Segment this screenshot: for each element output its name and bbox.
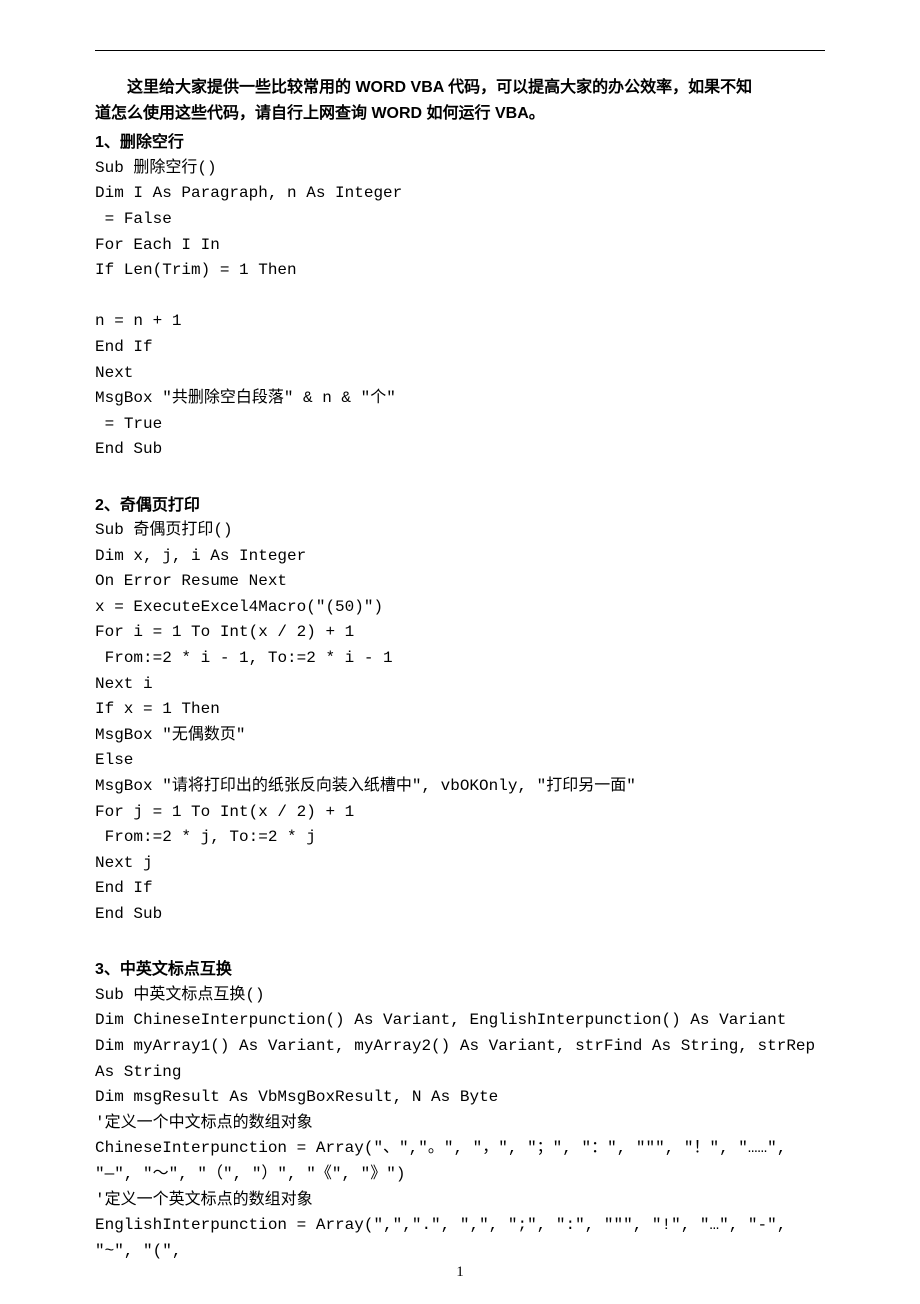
heading-3: 3、中英文标点互换 — [95, 957, 825, 983]
section-gap — [95, 928, 825, 954]
code-line: EnglishInterpunction = Array(",",".", ",… — [95, 1213, 825, 1264]
code-line: End If — [95, 335, 825, 361]
code-line: Next — [95, 361, 825, 387]
code-line: = True — [95, 412, 825, 438]
code-line: For j = 1 To Int(x / 2) + 1 — [95, 800, 825, 826]
intro-line-2: 道怎么使用这些代码，请自行上网查询 WORD 如何运行 VBA。 — [95, 101, 825, 127]
code-line: x = ExecuteExcel4Macro("(50)") — [95, 595, 825, 621]
code-line: For Each I In — [95, 233, 825, 259]
code-line: = False — [95, 207, 825, 233]
code-line: Dim x, j, i As Integer — [95, 544, 825, 570]
document-page: 这里给大家提供一些比较常用的 WORD VBA 代码，可以提高大家的办公效率，如… — [0, 0, 920, 1304]
intro-line-1: 这里给大家提供一些比较常用的 WORD VBA 代码，可以提高大家的办公效率，如… — [95, 75, 825, 101]
section-gap — [95, 463, 825, 489]
code-line: '定义一个英文标点的数组对象 — [95, 1188, 825, 1214]
code-line: MsgBox "无偶数页" — [95, 723, 825, 749]
code-line: '定义一个中文标点的数组对象 — [95, 1111, 825, 1137]
intro-text-1: 这里给大家提供一些比较常用的 WORD VBA 代码，可以提高大家的办公效率，如… — [127, 79, 752, 96]
code-line: From:=2 * i - 1, To:=2 * i - 1 — [95, 646, 825, 672]
page-number: 1 — [0, 1260, 920, 1284]
intro-paragraph: 这里给大家提供一些比较常用的 WORD VBA 代码，可以提高大家的办公效率，如… — [95, 75, 825, 126]
code-line: Sub 中英文标点互换() — [95, 983, 825, 1009]
code-line: End Sub — [95, 437, 825, 463]
code-line: Dim I As Paragraph, n As Integer — [95, 181, 825, 207]
code-line: If Len(Trim) = 1 Then — [95, 258, 825, 284]
heading-1: 1、删除空行 — [95, 130, 825, 156]
header-rule — [95, 50, 825, 51]
code-line: Sub 奇偶页打印() — [95, 518, 825, 544]
heading-2: 2、奇偶页打印 — [95, 493, 825, 519]
code-line: MsgBox "共删除空白段落" & n & "个" — [95, 386, 825, 412]
code-line: ChineseInterpunction = Array("、","。", "，… — [95, 1136, 825, 1187]
code-line: End Sub — [95, 902, 825, 928]
code-line: Else — [95, 748, 825, 774]
code-line: MsgBox "请将打印出的纸张反向装入纸槽中", vbOKOnly, "打印另… — [95, 774, 825, 800]
code-line: Dim myArray1() As Variant, myArray2() As… — [95, 1034, 825, 1085]
code-line: For i = 1 To Int(x / 2) + 1 — [95, 620, 825, 646]
code-line: Dim ChineseInterpunction() As Variant, E… — [95, 1008, 825, 1034]
code-line: n = n + 1 — [95, 309, 825, 335]
code-line: Next i — [95, 672, 825, 698]
blank-line — [95, 284, 825, 310]
code-line: Sub 删除空行() — [95, 156, 825, 182]
code-line: Dim msgResult As VbMsgBoxResult, N As By… — [95, 1085, 825, 1111]
code-line: From:=2 * j, To:=2 * j — [95, 825, 825, 851]
code-line: On Error Resume Next — [95, 569, 825, 595]
code-line: Next j — [95, 851, 825, 877]
code-line: End If — [95, 876, 825, 902]
code-line: If x = 1 Then — [95, 697, 825, 723]
